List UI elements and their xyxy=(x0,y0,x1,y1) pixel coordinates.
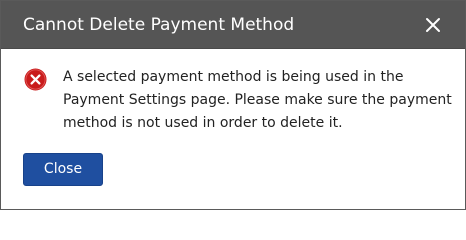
dialog-title: Cannot Delete Payment Method xyxy=(23,15,295,35)
close-icon[interactable] xyxy=(421,13,445,37)
dialog-body: A selected payment method is being used … xyxy=(1,49,465,209)
close-button[interactable]: Close xyxy=(23,153,103,186)
error-dialog: Cannot Delete Payment Method A selected … xyxy=(0,0,466,210)
dialog-message: A selected payment method is being used … xyxy=(63,69,452,131)
error-icon xyxy=(24,68,47,91)
dialog-title-bar: Cannot Delete Payment Method xyxy=(1,1,465,49)
